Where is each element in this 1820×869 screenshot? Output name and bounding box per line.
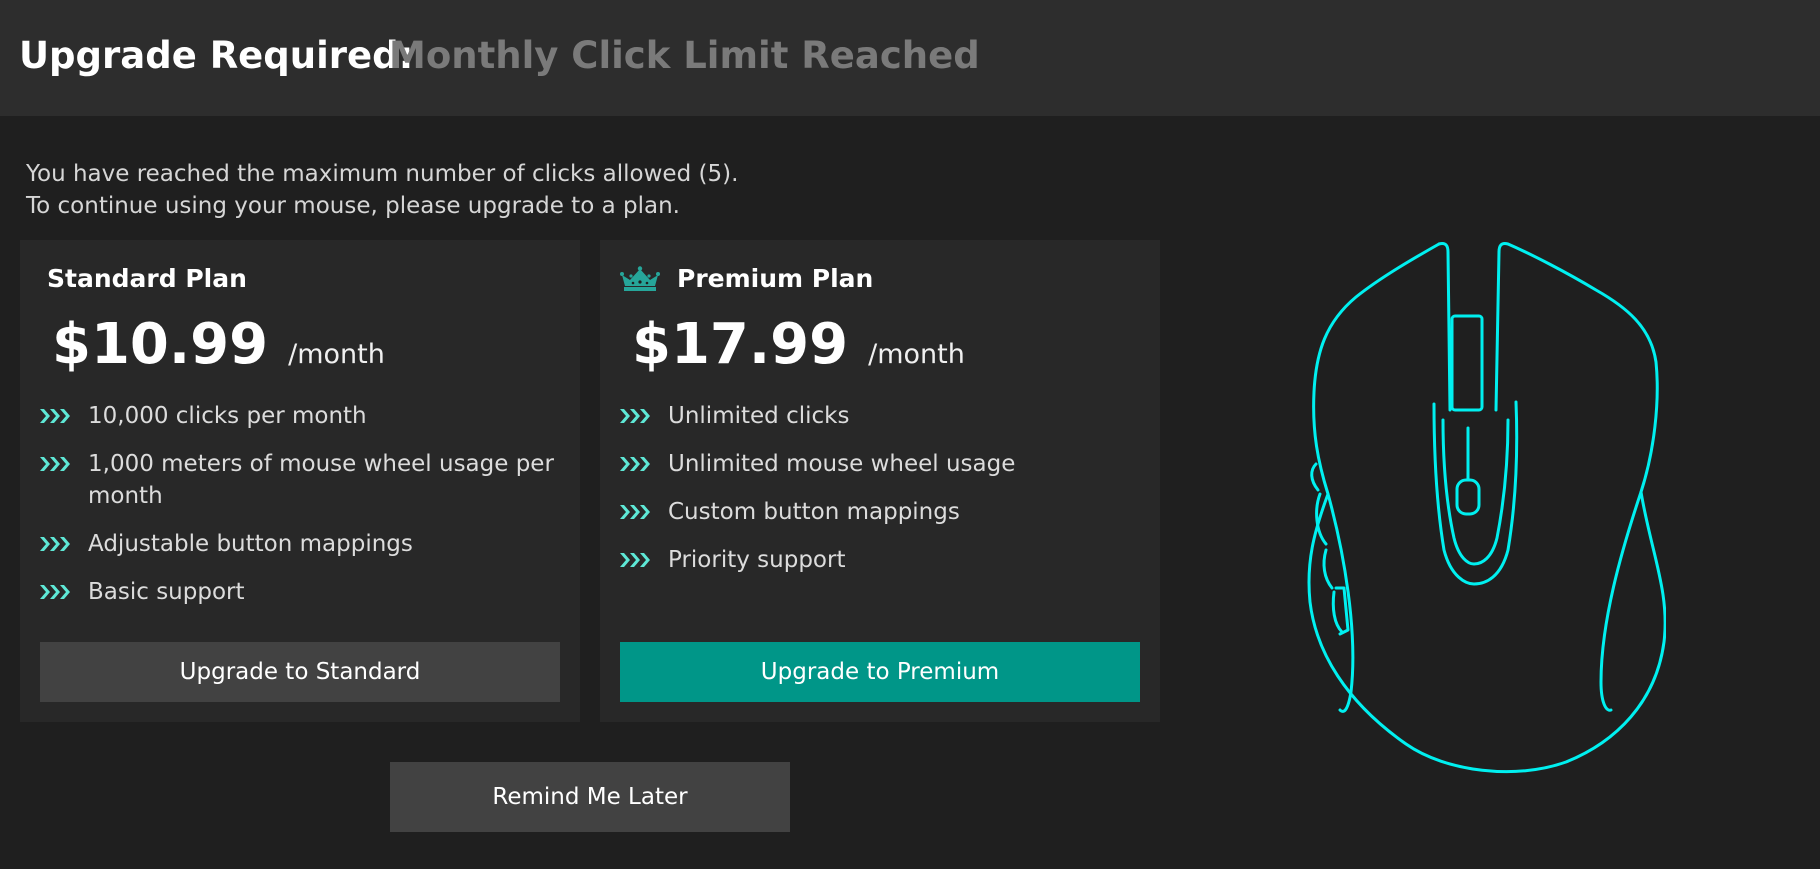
triple-chevron-right-icon	[40, 409, 70, 423]
feature-text: 10,000 clicks per month	[88, 403, 367, 429]
list-item: 10,000 clicks per month	[40, 400, 560, 432]
triple-chevron-right-icon	[40, 585, 70, 599]
price-row: $10.99/month	[52, 312, 385, 377]
price-row: $17.99/month	[632, 312, 965, 377]
list-item: 1,000 meters of mouse wheel usage per mo…	[40, 448, 560, 512]
list-item: Custom button mappings	[620, 496, 1140, 528]
list-item: Unlimited mouse wheel usage	[620, 448, 1140, 480]
plan-price: $17.99	[632, 312, 849, 377]
intro-message: You have reached the maximum number of c…	[26, 158, 738, 222]
feature-text: Unlimited clicks	[668, 403, 850, 429]
triple-chevron-right-icon	[620, 409, 650, 423]
plan-period: /month	[868, 339, 965, 370]
intro-line-2: To continue using your mouse, please upg…	[26, 193, 680, 219]
crown-icon	[620, 266, 660, 291]
plan-card-standard: Standard Plan $10.99/month 10,000 clicks…	[20, 240, 580, 722]
feature-list: Unlimited clicks Unlimited mouse wheel u…	[620, 400, 1140, 592]
computer-mouse-illustration	[1307, 242, 1666, 774]
list-item: Adjustable button mappings	[40, 528, 560, 560]
feature-text: Unlimited mouse wheel usage	[668, 451, 1016, 477]
feature-text: 1,000 meters of mouse wheel usage per mo…	[88, 451, 554, 509]
intro-line-1: You have reached the maximum number of c…	[26, 161, 739, 187]
plan-name: Premium Plan	[677, 264, 874, 293]
feature-text: Priority support	[668, 547, 846, 573]
plan-name: Standard Plan	[47, 264, 247, 293]
header-bar: Upgrade Required: Monthly Click Limit Re…	[0, 0, 1820, 116]
page-title: Upgrade Required:	[19, 34, 414, 77]
feature-text: Adjustable button mappings	[88, 531, 413, 557]
plan-card-premium: Premium Plan $17.99/month Unlimited clic…	[600, 240, 1160, 722]
feature-list: 10,000 clicks per month 1,000 meters of …	[40, 400, 560, 624]
list-item: Unlimited clicks	[620, 400, 1140, 432]
plan-price: $10.99	[52, 312, 269, 377]
page-subtitle: Monthly Click Limit Reached	[389, 34, 980, 77]
triple-chevron-right-icon	[620, 457, 650, 471]
feature-text: Basic support	[88, 579, 245, 605]
upgrade-standard-button[interactable]: Upgrade to Standard	[40, 642, 560, 702]
triple-chevron-right-icon	[40, 537, 70, 551]
list-item: Basic support	[40, 576, 560, 608]
feature-text: Custom button mappings	[668, 499, 960, 525]
upgrade-premium-button[interactable]: Upgrade to Premium	[620, 642, 1140, 702]
triple-chevron-right-icon	[40, 457, 70, 471]
triple-chevron-right-icon	[620, 505, 650, 519]
plan-period: /month	[288, 339, 385, 370]
remind-me-later-button[interactable]: Remind Me Later	[390, 762, 790, 832]
list-item: Priority support	[620, 544, 1140, 576]
triple-chevron-right-icon	[620, 553, 650, 567]
